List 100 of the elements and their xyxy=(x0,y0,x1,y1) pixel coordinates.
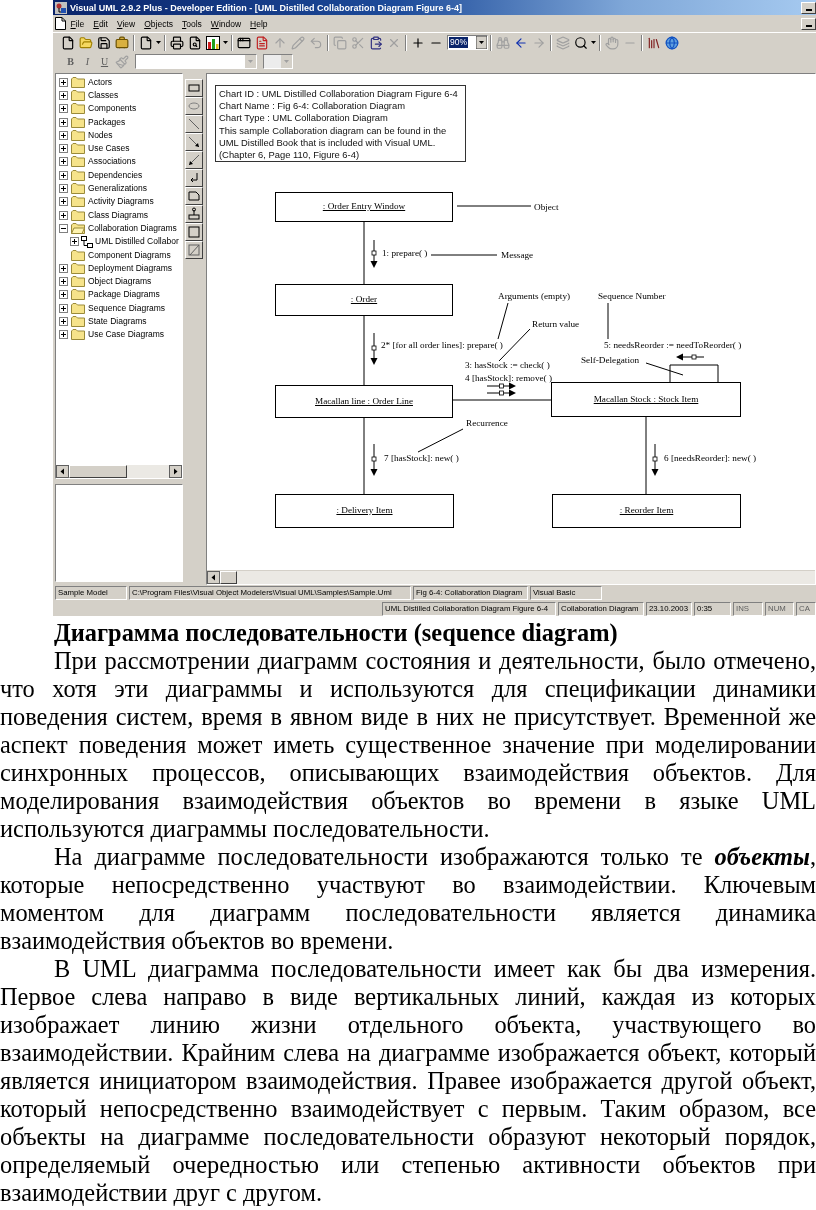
tree-item[interactable]: Nodes xyxy=(88,129,113,141)
plus-box-icon[interactable] xyxy=(59,210,68,220)
plus-box-icon[interactable] xyxy=(59,117,68,127)
plus-box-icon[interactable] xyxy=(59,104,68,114)
menu-item[interactable]: Edit xyxy=(88,17,113,30)
tool-button[interactable] xyxy=(185,151,203,169)
tree-item[interactable]: Activity Diagrams xyxy=(88,196,154,208)
combo-box[interactable] xyxy=(135,54,257,69)
plus-box-icon[interactable] xyxy=(59,157,68,167)
zoom-combo-box[interactable]: 90% xyxy=(447,35,488,50)
scroll-right-icon[interactable] xyxy=(169,465,182,478)
minus-box-icon[interactable] xyxy=(59,223,68,233)
paste-icon[interactable] xyxy=(369,35,383,50)
tree-item[interactable]: Deployment Diagrams xyxy=(88,262,173,274)
menu-item[interactable]: View xyxy=(112,17,140,30)
plus-box-icon[interactable] xyxy=(59,330,68,340)
tree-item[interactable]: Object Diagrams xyxy=(88,276,152,288)
message-label: 5: needsReorder := needToReorder( ) xyxy=(604,339,742,351)
plus-icon[interactable] xyxy=(411,35,425,50)
new-document-icon[interactable] xyxy=(61,35,75,50)
caret-icon[interactable] xyxy=(223,41,228,44)
page-icon[interactable] xyxy=(139,35,153,50)
scrollbar-thumb[interactable] xyxy=(220,571,237,584)
document-icon[interactable] xyxy=(55,17,66,30)
tree-item[interactable]: UML Distilled Collabor xyxy=(95,236,179,248)
bar-chart-icon[interactable] xyxy=(206,35,220,50)
plus-box-icon[interactable] xyxy=(59,277,68,287)
tool-button[interactable] xyxy=(185,97,203,115)
diagram-canvas[interactable] xyxy=(206,73,816,585)
plus-box-icon[interactable] xyxy=(59,90,68,100)
tree-item[interactable]: Use Cases xyxy=(88,143,130,155)
info-text: Chart Name : Fig 6-4: Collaboration Diagram xyxy=(219,100,406,113)
tool-button[interactable] xyxy=(185,79,203,97)
plus-box-icon[interactable] xyxy=(59,263,68,273)
folder-icon xyxy=(71,209,85,221)
object-box: : Order Entry Window xyxy=(275,192,453,222)
tool-button[interactable] xyxy=(185,223,203,241)
plus-box-icon[interactable] xyxy=(59,303,68,313)
scroll-left-icon[interactable] xyxy=(56,465,69,478)
info-text: Chart ID : UML Distilled Collaboration Diagram Figure 6-4 xyxy=(219,88,459,101)
books-icon[interactable] xyxy=(647,35,661,50)
tool-button[interactable] xyxy=(185,169,203,187)
left-arrow-icon[interactable] xyxy=(514,35,528,50)
tree-item[interactable]: Sequence Diagrams xyxy=(88,302,165,314)
plus-box-icon[interactable] xyxy=(59,170,68,180)
diagram-icon xyxy=(81,235,93,248)
tool-button[interactable] xyxy=(185,115,203,133)
plus-box-icon[interactable] xyxy=(59,317,68,326)
plus-box-icon[interactable] xyxy=(59,130,68,140)
plus-box-icon[interactable] xyxy=(59,144,68,154)
tree-item[interactable]: Component Diagrams xyxy=(88,249,171,261)
tree-item[interactable]: Packages xyxy=(88,116,126,128)
menu-item[interactable]: File xyxy=(66,17,89,30)
folder-icon xyxy=(71,329,85,341)
print-preview-icon[interactable] xyxy=(188,35,202,50)
slanted-box-icon xyxy=(187,243,201,257)
folder-icon xyxy=(71,302,85,314)
window-icon[interactable] xyxy=(237,35,251,50)
globe-icon[interactable] xyxy=(665,35,679,50)
plus-box-icon[interactable] xyxy=(59,184,68,193)
minimize-button[interactable] xyxy=(801,1,816,14)
dropdown-arrow-icon[interactable] xyxy=(476,36,487,49)
search-icon[interactable] xyxy=(574,35,588,50)
tree-item[interactable]: Components xyxy=(88,103,137,115)
tool-button[interactable] xyxy=(185,187,203,205)
tree-item[interactable]: Collaboration Diagrams xyxy=(88,222,177,234)
tree-item[interactable]: Associations xyxy=(88,156,136,168)
minimize-button[interactable] xyxy=(801,17,816,30)
tree-item[interactable]: Dependencies xyxy=(88,169,143,181)
tree-item[interactable]: State Diagrams xyxy=(88,316,147,327)
scrollbar-thumb[interactable] xyxy=(69,465,127,478)
tool-button[interactable] xyxy=(185,133,203,151)
caret-icon[interactable] xyxy=(591,41,596,44)
menu-item[interactable]: Tools xyxy=(177,17,207,30)
tree-item[interactable]: Package Diagrams xyxy=(88,289,160,301)
tree-item[interactable]: Use Case Diagrams xyxy=(88,329,165,341)
menu-item[interactable]: Help xyxy=(245,17,273,30)
plus-box-icon[interactable] xyxy=(70,237,79,247)
note-label: Object xyxy=(534,201,559,213)
plus-box-icon[interactable] xyxy=(59,77,68,87)
folder-icon xyxy=(71,196,85,208)
tool-button[interactable] xyxy=(185,241,203,259)
tree-item[interactable]: Generalizations xyxy=(88,183,148,194)
horizontal-scrollbar[interactable] xyxy=(207,570,815,584)
tool-button[interactable] xyxy=(185,205,203,223)
app-icon xyxy=(55,1,67,14)
menu-item[interactable]: Window xyxy=(206,17,246,30)
printer-icon[interactable] xyxy=(170,35,184,50)
tree-item[interactable]: Actors xyxy=(88,76,113,88)
scroll-left-icon[interactable] xyxy=(207,571,220,584)
plus-box-icon[interactable] xyxy=(59,197,68,207)
tree-item[interactable]: Classes xyxy=(88,89,119,101)
menu-item[interactable]: Objects xyxy=(139,17,178,30)
tree-item[interactable]: Class Diagrams xyxy=(88,209,148,221)
folder-icon xyxy=(71,143,85,155)
horizontal-scrollbar[interactable] xyxy=(56,465,182,478)
combo-box[interactable] xyxy=(263,54,293,69)
plus-box-icon[interactable] xyxy=(59,290,68,300)
briefcase-icon[interactable] xyxy=(115,35,129,50)
caret-icon[interactable] xyxy=(156,41,161,44)
